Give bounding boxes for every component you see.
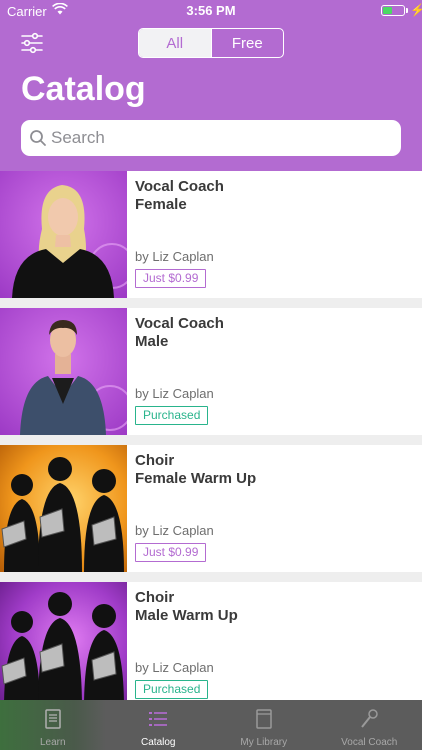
man-presenter-thumbnail — [0, 308, 127, 435]
tab-label: Catalog — [141, 737, 176, 748]
status-time: 3:56 PM — [186, 3, 236, 18]
catalog-item-choir-female[interactable]: Choir Female Warm Up by Liz Caplan Just … — [0, 445, 422, 572]
purchased-badge[interactable]: Purchased — [135, 406, 209, 425]
battery-icon — [381, 5, 405, 16]
catalog-item-vocal-coach-male[interactable]: Vocal Coach Male by Liz Caplan Purchased — [0, 308, 422, 435]
page-title: Catalog — [21, 70, 146, 108]
item-title: Choir Female Warm Up — [135, 452, 257, 487]
search-icon — [30, 130, 46, 146]
choir-purple-thumbnail — [0, 582, 127, 700]
book-icon — [45, 709, 61, 729]
segment-free[interactable]: Free — [210, 29, 284, 57]
tab-label: Vocal Coach — [341, 737, 398, 748]
tab-catalog[interactable]: Catalog — [106, 700, 212, 750]
catalog-item-choir-male[interactable]: Choir Male Warm Up by Liz Caplan Purchas… — [0, 582, 422, 700]
sliders-icon[interactable] — [20, 32, 44, 54]
tab-label: Learn — [39, 737, 66, 748]
purchased-badge[interactable]: Purchased — [135, 680, 209, 699]
microphone-icon — [361, 709, 378, 728]
tab-vocal-coach[interactable]: Vocal Coach — [317, 700, 422, 750]
item-title: Vocal Coach Male — [135, 315, 224, 350]
item-title: Vocal Coach Female — [135, 178, 224, 213]
catalog-list: Vocal Coach Female by Liz Caplan Just $0… — [0, 171, 422, 700]
filter-segmented-control: All Free — [138, 28, 284, 58]
item-author: by Liz Caplan — [135, 523, 214, 538]
battery-tip — [406, 8, 408, 13]
price-badge[interactable]: Just $0.99 — [135, 269, 207, 288]
item-title: Choir Male Warm Up — [135, 589, 238, 624]
list-icon — [149, 712, 168, 726]
item-author: by Liz Caplan — [135, 660, 214, 675]
search-input[interactable] — [51, 120, 391, 156]
tab-bar: Learn Catalog My Library Vocal Coach — [0, 700, 422, 750]
tab-my-library[interactable]: My Library — [211, 700, 317, 750]
header: Carrier 3:56 PM ⚡ All Free Catalog — [0, 0, 422, 171]
library-icon — [256, 709, 272, 729]
tab-label: My Library — [240, 737, 288, 748]
choir-orange-thumbnail — [0, 445, 127, 572]
item-author: by Liz Caplan — [135, 386, 214, 401]
catalog-item-vocal-coach-female[interactable]: Vocal Coach Female by Liz Caplan Just $0… — [0, 171, 422, 298]
search-bar — [21, 120, 401, 156]
woman-presenter-thumbnail — [0, 171, 127, 298]
price-badge[interactable]: Just $0.99 — [135, 543, 207, 562]
segment-all[interactable]: All — [139, 29, 211, 57]
charging-bolt-icon: ⚡ — [410, 3, 422, 17]
status-bar: Carrier 3:56 PM ⚡ — [0, 0, 422, 22]
tab-learn[interactable]: Learn — [0, 700, 106, 750]
item-author: by Liz Caplan — [135, 249, 214, 264]
